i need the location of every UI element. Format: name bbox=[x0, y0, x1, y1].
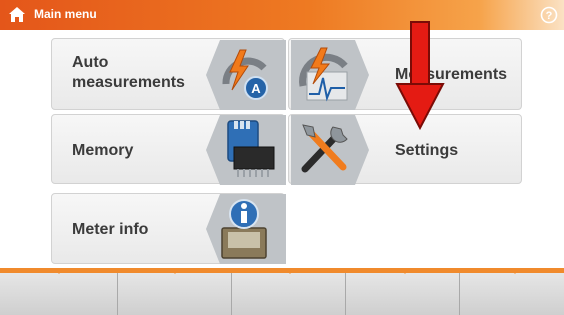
memory-label: Memory bbox=[72, 142, 134, 159]
meter-info-label: Meter info bbox=[72, 221, 149, 238]
softkey-1[interactable] bbox=[0, 273, 118, 315]
softkey-notch bbox=[510, 268, 520, 274]
auto-measurement-icon: A bbox=[206, 40, 286, 110]
page-title: Main menu bbox=[34, 7, 97, 21]
softkey-notch bbox=[285, 268, 295, 274]
svg-text:A: A bbox=[251, 81, 261, 96]
settings-label: Settings bbox=[395, 142, 459, 159]
tools-icon bbox=[291, 115, 369, 185]
softkey-notch bbox=[54, 268, 64, 274]
softkey-2[interactable] bbox=[118, 273, 232, 315]
softkey-notch bbox=[170, 268, 180, 274]
measurement-gauge-icon bbox=[291, 40, 369, 110]
auto-measurements-button[interactable]: Auto measurements A bbox=[51, 38, 286, 110]
softkey-accent-line bbox=[0, 268, 564, 273]
auto-measurements-label: Auto measurements bbox=[72, 54, 185, 91]
meter-info-button[interactable]: Meter info bbox=[51, 193, 286, 264]
home-icon[interactable] bbox=[8, 6, 26, 24]
help-icon[interactable]: ? bbox=[540, 6, 558, 24]
softkey-notch bbox=[400, 268, 410, 274]
meter-info-icon bbox=[206, 194, 286, 264]
softkey-3[interactable] bbox=[232, 273, 346, 315]
softkey-5[interactable] bbox=[460, 273, 564, 315]
softkey-4[interactable] bbox=[346, 273, 460, 315]
top-bar: Main menu ? bbox=[0, 0, 564, 30]
memory-card-icon bbox=[206, 115, 286, 185]
red-arrow-annotation bbox=[395, 21, 445, 131]
svg-text:?: ? bbox=[546, 10, 553, 22]
memory-button[interactable]: Memory bbox=[51, 114, 286, 185]
